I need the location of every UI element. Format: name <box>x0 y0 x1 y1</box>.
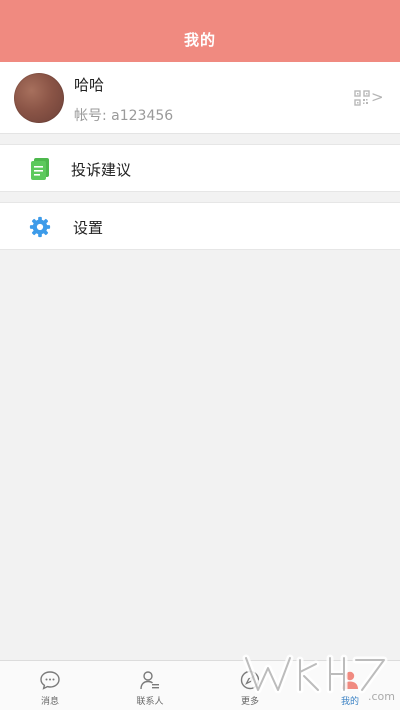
tab-label-messages: 消息 <box>40 697 59 707</box>
chevron-right-icon[interactable]: > <box>371 89 384 105</box>
message-icon <box>40 671 60 690</box>
tab-label-me: 我的 <box>340 697 359 707</box>
menu-label-settings: 设置 <box>73 219 104 237</box>
menu-item-settings[interactable]: 设置 <box>0 202 400 250</box>
tab-more[interactable]: 更多 <box>200 661 300 710</box>
header-bar: 我的 <box>0 0 400 62</box>
tab-me[interactable]: 我的 <box>300 661 400 710</box>
profile-account: 帐号: a123456 <box>74 108 174 124</box>
tab-label-more: 更多 <box>240 697 259 707</box>
compass-icon <box>240 670 260 690</box>
document-icon <box>31 158 49 180</box>
avatar[interactable] <box>14 73 64 123</box>
menu-item-complaint[interactable]: 投诉建议 <box>0 144 400 192</box>
gear-icon <box>29 216 51 238</box>
contact-icon <box>140 671 159 690</box>
page-title: 我的 <box>183 30 216 49</box>
tab-label-contacts: 联系人 <box>136 697 164 707</box>
profile-card[interactable]: 哈哈 帐号: a123456 > <box>0 62 400 134</box>
profile-name: 哈哈 <box>74 76 105 94</box>
qr-code-icon[interactable] <box>354 90 370 106</box>
tab-contacts[interactable]: 联系人 <box>100 661 200 710</box>
user-icon <box>342 671 358 689</box>
bottom-tab-bar: 消息 联系人 更多 我的 <box>0 660 400 710</box>
tab-messages[interactable]: 消息 <box>0 661 100 710</box>
menu-label-complaint: 投诉建议 <box>71 161 132 179</box>
